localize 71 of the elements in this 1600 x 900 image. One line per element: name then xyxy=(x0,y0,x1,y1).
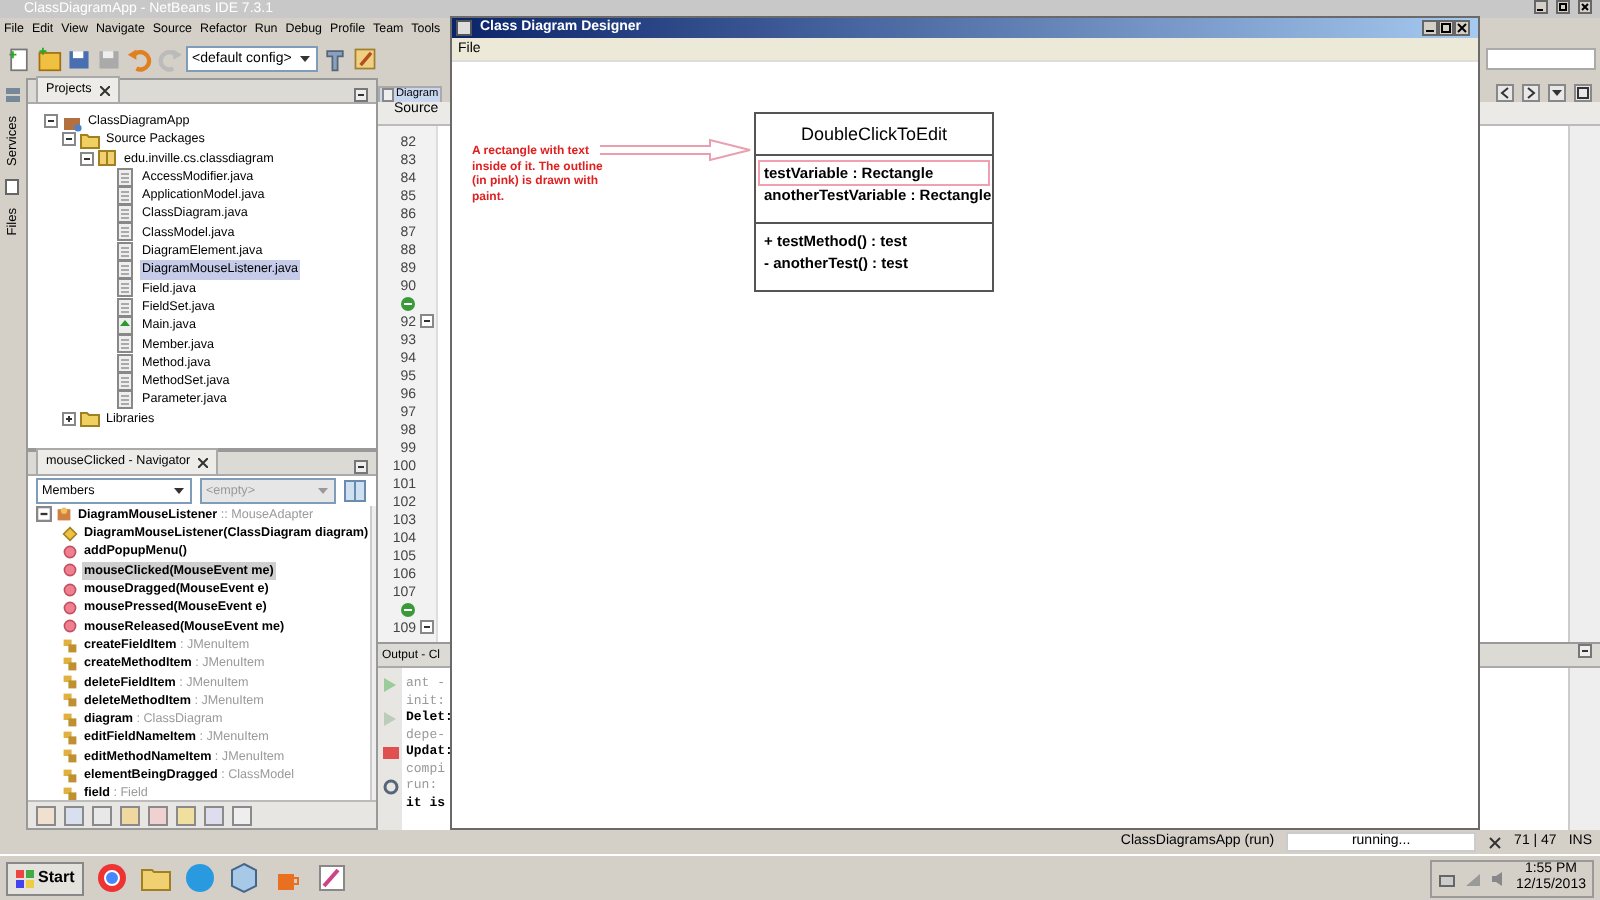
file-icon xyxy=(116,204,136,225)
columns-icon[interactable] xyxy=(344,479,366,502)
search-field[interactable] xyxy=(1486,48,1596,70)
constructor-icon xyxy=(62,525,78,542)
folder-icon xyxy=(80,129,100,150)
minimize-icon[interactable] xyxy=(1578,644,1592,658)
maximize-icon[interactable] xyxy=(1438,20,1454,36)
collapse-icon[interactable] xyxy=(36,506,52,523)
collapse-icon[interactable] xyxy=(62,132,76,147)
paint-icon[interactable] xyxy=(316,862,349,894)
scrollbar[interactable] xyxy=(370,505,376,801)
filter-toggle-icon[interactable] xyxy=(232,805,252,826)
scroll-right-icon[interactable] xyxy=(1522,84,1540,102)
stop-icon[interactable] xyxy=(381,744,399,762)
class-name: DoubleClickToEdit xyxy=(756,114,992,156)
close-icon[interactable] xyxy=(1578,0,1592,14)
filter-toggle-icon[interactable] xyxy=(92,805,112,826)
minimize-icon[interactable] xyxy=(354,460,368,474)
speaker-icon[interactable] xyxy=(1489,869,1508,887)
expand-icon[interactable] xyxy=(62,411,76,426)
close-icon[interactable] xyxy=(1454,20,1470,36)
file-icon xyxy=(116,315,136,336)
file-icon xyxy=(116,353,136,374)
file-icon xyxy=(116,278,136,299)
fold-icon[interactable] xyxy=(420,314,434,328)
browser-icon[interactable] xyxy=(96,862,129,894)
file-icon xyxy=(116,371,136,392)
scrollbar[interactable] xyxy=(1568,668,1600,830)
start-button[interactable]: Start xyxy=(6,861,85,895)
minimize-icon[interactable] xyxy=(1422,20,1438,36)
scroll-left-icon[interactable] xyxy=(1496,84,1514,102)
server-icon[interactable] xyxy=(4,86,22,104)
filter-toggle-icon[interactable] xyxy=(176,805,196,826)
class-icon xyxy=(56,506,72,523)
filter-toggle-icon[interactable] xyxy=(204,805,224,826)
filter-toggle-icon[interactable] xyxy=(64,805,84,826)
minimize-icon[interactable] xyxy=(354,88,368,102)
file-icon xyxy=(116,222,136,243)
package-icon xyxy=(98,148,118,169)
file-icon xyxy=(116,241,136,262)
windows-logo-icon xyxy=(16,869,34,887)
file-icon[interactable] xyxy=(4,177,22,196)
save-icon[interactable] xyxy=(66,46,92,72)
override-marker-icon xyxy=(400,296,416,312)
scrollbar[interactable] xyxy=(1568,126,1600,642)
filter-toggle-icon[interactable] xyxy=(120,805,140,826)
maximize-icon[interactable] xyxy=(1556,0,1570,14)
close-icon[interactable] xyxy=(198,457,209,467)
file-icon xyxy=(116,260,136,281)
settings-icon[interactable] xyxy=(381,778,399,796)
new-project-icon[interactable] xyxy=(36,46,62,72)
close-icon[interactable] xyxy=(99,85,110,95)
file-icon xyxy=(116,185,136,206)
collapse-icon[interactable] xyxy=(44,114,58,129)
cube-icon[interactable] xyxy=(228,862,261,894)
close-icon[interactable] xyxy=(1488,835,1503,849)
dropdown-icon[interactable] xyxy=(1548,84,1566,102)
restore-icon[interactable] xyxy=(1574,84,1592,102)
network-icon[interactable] xyxy=(1437,869,1456,887)
file-icon xyxy=(116,167,136,188)
override-marker-icon xyxy=(400,602,416,618)
collapse-icon[interactable] xyxy=(80,151,94,166)
new-file-icon[interactable] xyxy=(6,46,32,72)
file-icon xyxy=(116,334,136,355)
minimize-icon[interactable] xyxy=(1534,0,1548,14)
filter-toggle-icon[interactable] xyxy=(36,805,56,826)
file-icon xyxy=(116,297,136,318)
folder-icon xyxy=(80,408,100,429)
filter-toggle-icon[interactable] xyxy=(148,805,168,826)
fold-icon[interactable] xyxy=(420,620,434,634)
file-icon xyxy=(116,390,136,411)
